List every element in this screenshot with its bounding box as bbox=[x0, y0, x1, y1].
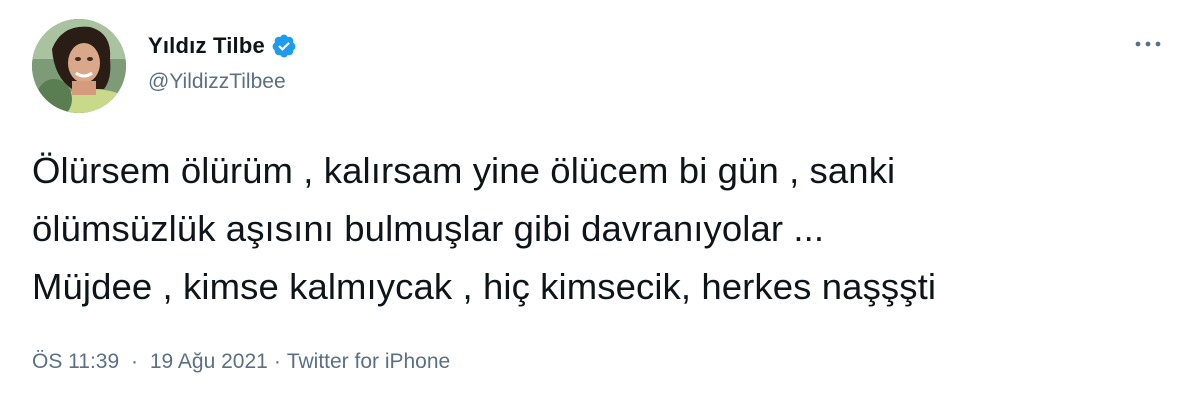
more-options-button[interactable] bbox=[1120, 24, 1176, 64]
avatar[interactable] bbox=[32, 19, 126, 113]
tweet-time: ÖS 11:39 bbox=[32, 350, 120, 373]
author-handle[interactable]: @YildizzTilbee bbox=[148, 70, 286, 94]
tweet-date: 19 Ağu 2021 bbox=[149, 350, 268, 373]
meta-separator: · bbox=[131, 350, 139, 373]
tweet-time-link[interactable]: ÖS 11:39 · 19 Ağu 2021 bbox=[32, 350, 268, 374]
verified-badge-icon bbox=[271, 33, 297, 59]
meta-separator: · bbox=[273, 350, 281, 373]
tweet-metadata: ÖS 11:39 · 19 Ağu 2021 · Twitter for iPh… bbox=[32, 350, 450, 374]
avatar-image bbox=[32, 19, 126, 113]
more-horizontal-icon bbox=[1135, 41, 1161, 47]
author-name-row: Yıldız Tilbe bbox=[148, 30, 297, 62]
tweet-source-link[interactable]: Twitter for iPhone bbox=[287, 350, 450, 374]
tweet-card: Yıldız Tilbe @YildizzTilbee Ölürsem ölür… bbox=[0, 0, 1200, 401]
author-display-name[interactable]: Yıldız Tilbe bbox=[148, 33, 265, 59]
tweet-text: Ölürsem ölürüm , kalırsam yine ölücem bi… bbox=[32, 150, 937, 307]
